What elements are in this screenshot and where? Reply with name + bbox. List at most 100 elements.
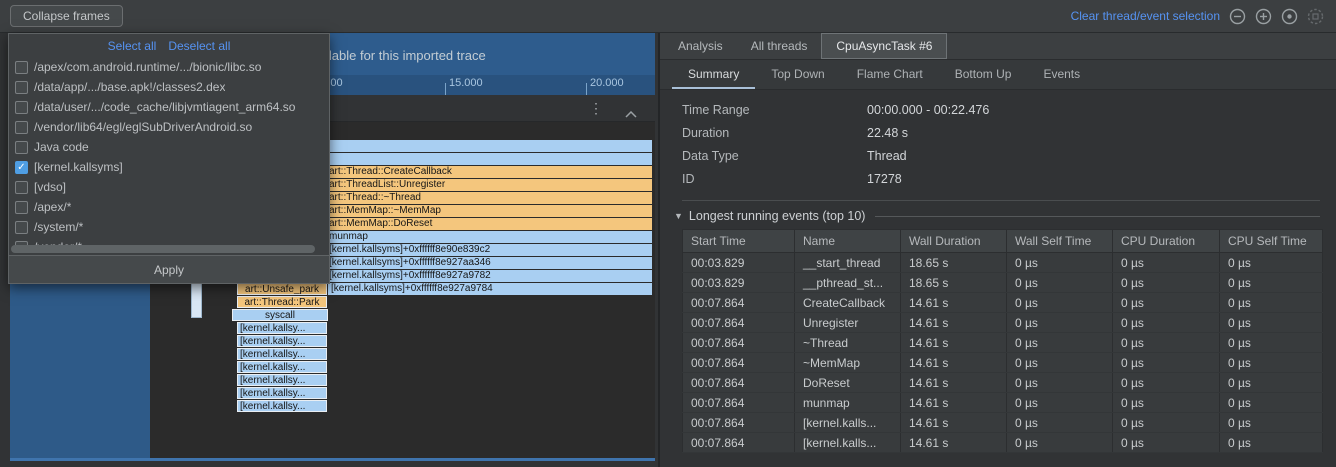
checkbox[interactable] [15,81,28,94]
flame-bar[interactable]: [kernel.kallsy... [237,348,327,360]
frame-filter-item-label: Java code [34,140,89,154]
event-row[interactable]: 00:07.864~MemMap14.61 s0 µs0 µs0 µs [683,353,1323,373]
range-selection-bar[interactable] [10,458,655,461]
flame-bar[interactable]: art::Thread::Park [237,296,327,308]
flame-bar[interactable]: [kernel.kallsy... [237,400,327,412]
table-cell: 14.61 s [901,393,1007,413]
summary-label: Duration [682,126,867,140]
column-header-cpu-duration[interactable]: CPU Duration [1113,230,1220,253]
frame-filter-item[interactable]: [vdso] [9,177,329,197]
checkbox[interactable] [15,181,28,194]
event-row[interactable]: 00:07.864[kernel.kalls...14.61 s0 µs0 µs… [683,413,1323,433]
column-header-wall-duration[interactable]: Wall Duration [901,230,1007,253]
checkbox[interactable] [15,201,28,214]
checkbox[interactable]: ✓ [15,161,28,174]
table-cell: 14.61 s [901,433,1007,453]
subtab-flame-chart[interactable]: Flame Chart [841,60,939,89]
flame-bar[interactable]: art::Unsafe_park [237,283,327,295]
flame-bar[interactable]: [kernel.kallsy... [237,387,327,399]
subtab-events[interactable]: Events [1027,60,1096,89]
table-cell: 0 µs [1113,413,1220,433]
more-options-icon[interactable]: ⋮ [589,99,603,117]
checkbox[interactable] [15,101,28,114]
popup-horizontal-scrollbar[interactable] [11,245,315,253]
column-header-cpu-self-time[interactable]: CPU Self Time [1220,230,1323,253]
collapse-frames-button[interactable]: Collapse frames [10,5,123,27]
toolbar-right-group: Clear thread/event selection [1071,8,1336,25]
frame-filter-item[interactable]: ✓[kernel.kallsyms] [9,157,329,177]
table-cell: 00:07.864 [683,393,795,413]
table-cell: 00:07.864 [683,373,795,393]
frame-filter-item[interactable]: Java code [9,137,329,157]
table-cell: 0 µs [1113,333,1220,353]
apply-button[interactable]: Apply [9,255,329,283]
details-tab-bar: AnalysisAll threadsCpuAsyncTask #6 [660,33,1336,60]
select-all-link[interactable]: Select all [108,39,157,53]
frame-filter-item[interactable]: /apex/* [9,197,329,217]
table-cell: 00:07.864 [683,433,795,453]
table-cell: 0 µs [1113,433,1220,453]
flame-bar[interactable]: [kernel.kallsy... [237,361,327,373]
event-row[interactable]: 00:03.829__pthread_st...18.65 s0 µs0 µs0… [683,273,1323,293]
table-cell: 00:03.829 [683,273,795,293]
summary-label: ID [682,172,867,186]
reset-zoom-icon[interactable] [1281,8,1298,25]
flame-bar[interactable]: syscall [232,309,328,321]
summary-value: 17278 [867,172,902,186]
event-row[interactable]: 00:07.864CreateCallback14.61 s0 µs0 µs0 … [683,293,1323,313]
checkbox[interactable] [15,61,28,74]
table-cell: 0 µs [1007,413,1113,433]
table-cell: 00:03.829 [683,253,795,273]
frame-filter-item-label: /data/app/.../base.apk!/classes2.dex [34,80,225,94]
frame-filter-item[interactable]: /data/app/.../base.apk!/classes2.dex [9,77,329,97]
checkbox[interactable] [15,121,28,134]
subtab-summary[interactable]: Summary [672,60,755,89]
event-row[interactable]: 00:07.864DoReset14.61 s0 µs0 µs0 µs [683,373,1323,393]
zoom-to-selection-icon[interactable] [1307,8,1324,25]
longest-events-table: Start TimeNameWall DurationWall Self Tim… [682,229,1323,453]
table-cell: 0 µs [1113,313,1220,333]
column-header-start-time[interactable]: Start Time [683,230,795,253]
event-row[interactable]: 00:07.864munmap14.61 s0 µs0 µs0 µs [683,393,1323,413]
table-cell: munmap [795,393,901,413]
event-row[interactable]: 00:07.864Unregister14.61 s0 µs0 µs0 µs [683,313,1323,333]
table-cell: 14.61 s [901,293,1007,313]
zoom-in-icon[interactable] [1255,8,1272,25]
tab-analysis[interactable]: Analysis [664,33,737,59]
event-row[interactable]: 00:07.864[kernel.kalls...14.61 s0 µs0 µs… [683,433,1323,453]
column-header-name[interactable]: Name [795,230,901,253]
tab-all-threads[interactable]: All threads [737,33,822,59]
flame-bar[interactable]: [kernel.kallsy... [237,374,327,386]
frame-filter-item[interactable]: /apex/com.android.runtime/.../bionic/lib… [9,57,329,77]
table-cell: 0 µs [1220,433,1323,453]
table-cell: 0 µs [1220,313,1323,333]
table-header-row: Start TimeNameWall DurationWall Self Tim… [683,230,1323,253]
summary-row: ID17278 [682,167,1336,190]
section-collapse-icon[interactable]: ▼ [674,211,683,221]
checkbox[interactable] [15,221,28,234]
tab-cpuasynctask-6[interactable]: CpuAsyncTask #6 [821,33,947,59]
deselect-all-link[interactable]: Deselect all [168,39,230,53]
collapse-track-icon[interactable] [625,105,637,123]
summary-row: Time Range00:00.000 - 00:22.476 [682,98,1336,121]
table-cell: 0 µs [1220,373,1323,393]
event-row[interactable]: 00:07.864~Thread14.61 s0 µs0 µs0 µs [683,333,1323,353]
flame-bar[interactable]: [kernel.kallsyms]+0xffffff8e927a9784 [328,283,652,295]
flame-bar[interactable]: [kernel.kallsy... [237,335,327,347]
frame-filter-item[interactable]: /data/user/.../code_cache/libjvmtiagent_… [9,97,329,117]
column-header-wall-self-time[interactable]: Wall Self Time [1007,230,1113,253]
clear-selection-link[interactable]: Clear thread/event selection [1071,9,1220,23]
tick-label: 20.000 [590,77,624,89]
table-cell: 0 µs [1113,253,1220,273]
event-row[interactable]: 00:03.829__start_thread18.65 s0 µs0 µs0 … [683,253,1323,273]
table-cell: 0 µs [1113,353,1220,373]
subtab-top-down[interactable]: Top Down [755,60,840,89]
frame-filter-item[interactable]: /system/* [9,217,329,237]
zoom-out-icon[interactable] [1229,8,1246,25]
table-cell: 0 µs [1113,373,1220,393]
frame-filter-item[interactable]: /vendor/lib64/egl/eglSubDriverAndroid.so [9,117,329,137]
flame-bar[interactable]: [kernel.kallsy... [237,322,327,334]
checkbox[interactable] [15,141,28,154]
subtab-bottom-up[interactable]: Bottom Up [939,60,1028,89]
table-cell: CreateCallback [795,293,901,313]
